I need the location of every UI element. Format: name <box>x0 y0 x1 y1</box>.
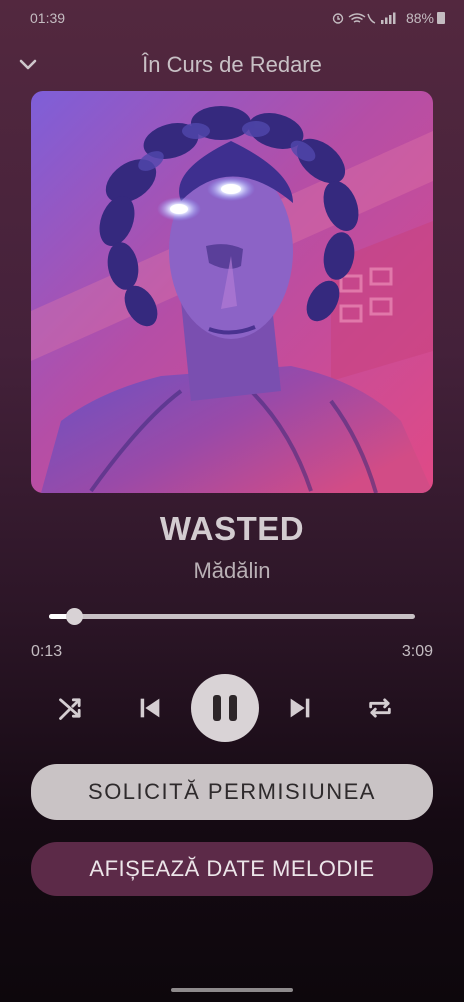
next-icon <box>290 698 310 718</box>
album-cover-art <box>31 91 433 493</box>
pause-icon <box>213 695 237 721</box>
battery-icon <box>437 12 445 24</box>
repeat-icon <box>369 698 391 718</box>
album-cover <box>31 91 433 493</box>
status-bar: 01:39 88% <box>0 0 464 36</box>
song-artist: Mădălin <box>193 558 271 583</box>
battery-percentage: 88% <box>405 10 434 26</box>
total-duration: 3:09 <box>401 643 433 660</box>
alarm-wifi-signal-icons <box>332 12 396 24</box>
shuffle-button[interactable] <box>57 694 85 722</box>
pause-button[interactable] <box>191 674 259 742</box>
show-song-data-button[interactable]: AFIȘEAZĂ DATE MELODIE <box>31 842 433 896</box>
shuffle-icon <box>59 698 81 720</box>
seek-thumb[interactable] <box>66 608 84 625</box>
song-title: WASTED <box>159 510 305 547</box>
next-button[interactable] <box>286 694 314 722</box>
seek-bar[interactable] <box>49 608 415 625</box>
request-permission-button[interactable]: SOLICITĂ PERMISIUNEA <box>31 764 433 820</box>
repeat-button[interactable] <box>366 694 394 722</box>
header: În Curs de Redare <box>0 44 464 84</box>
previous-icon <box>140 698 160 718</box>
elapsed-time: 0:13 <box>31 643 63 660</box>
status-time: 01:39 <box>30 10 66 26</box>
page-title: În Curs de Redare <box>142 52 322 77</box>
gesture-nav-handle[interactable] <box>171 988 293 992</box>
status-icons <box>332 11 398 25</box>
previous-button[interactable] <box>136 694 164 722</box>
